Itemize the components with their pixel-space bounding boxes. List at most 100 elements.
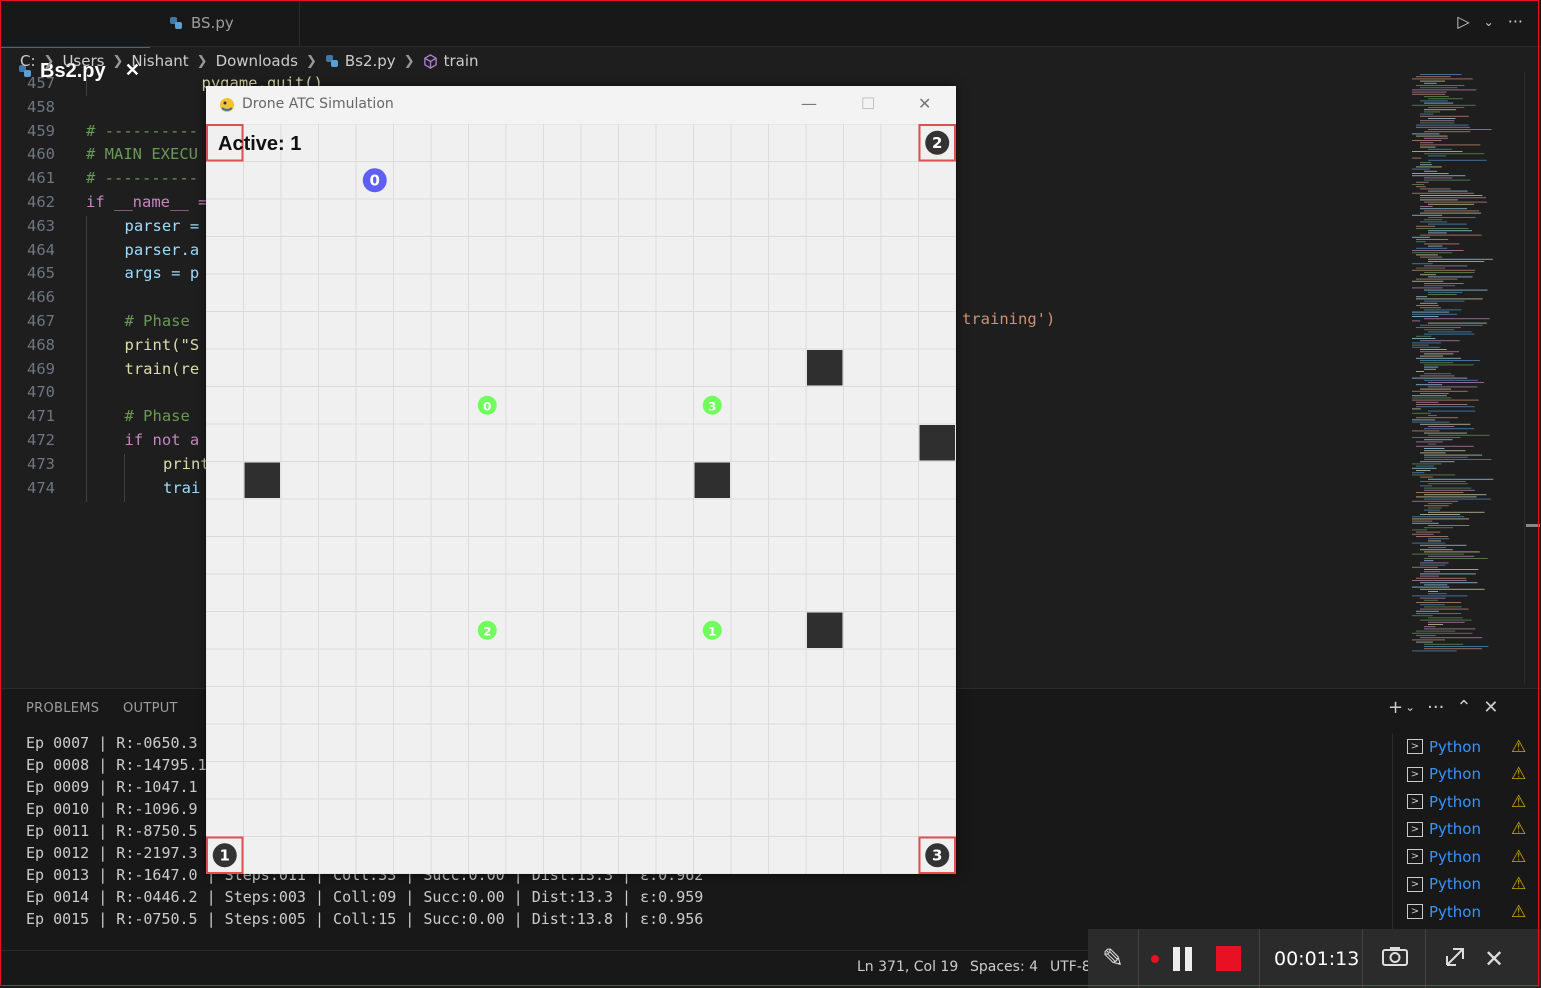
active-count-label: Active: 1 [218, 133, 302, 155]
divider [1259, 929, 1260, 988]
terminal-list-item[interactable]: > Python ⚠ [1393, 788, 1541, 816]
minimap-line [1424, 82, 1437, 84]
simulation-canvas[interactable]: 0 3 2 1 0 2 1 3 [206, 124, 956, 874]
breadcrumb-item[interactable]: C: [20, 52, 36, 70]
tab-problems[interactable]: PROBLEMS [26, 701, 99, 716]
pause-icon[interactable] [1173, 946, 1192, 971]
pen-icon[interactable]: ✎ [1088, 944, 1138, 974]
terminal-list-item[interactable]: > Python ⚠ [1393, 733, 1541, 761]
chevron-right-icon: ❯ [196, 53, 208, 69]
minimap-line [1412, 529, 1428, 531]
minimap-line [1412, 586, 1450, 588]
chevron-down-icon[interactable]: ⌄ [1405, 700, 1415, 718]
breadcrumb-item[interactable]: Users [62, 52, 104, 70]
minimap-line [1424, 551, 1480, 553]
editor-scrollbar[interactable] [1524, 72, 1541, 684]
code-text: print [163, 454, 210, 473]
close-icon[interactable]: ✕ [1484, 945, 1504, 973]
editor-actions: ▷ ⌄ ··· [1457, 12, 1523, 31]
warning-icon: ⚠ [1511, 901, 1527, 922]
target-marker-label: 1 [708, 624, 716, 638]
minimap-line [1420, 162, 1432, 163]
terminal-list-item[interactable]: > Python ⚠ [1393, 816, 1541, 844]
scrollbar-thumb[interactable] [1526, 524, 1540, 527]
indentation-status[interactable]: Spaces: 4 [970, 959, 1038, 975]
minimap-line [1420, 164, 1432, 166]
line-number: 473 [27, 454, 55, 473]
minimap[interactable] [1402, 72, 1524, 684]
more-icon[interactable]: ··· [1427, 697, 1444, 718]
minimap-line [1416, 602, 1462, 603]
plus-icon[interactable]: + [1388, 697, 1403, 718]
minimap-line [1416, 254, 1438, 256]
minimap-line [1424, 219, 1443, 221]
minimap-line [1424, 333, 1475, 335]
minimap-line [1424, 265, 1468, 267]
more-icon[interactable]: ··· [1508, 12, 1523, 31]
terminal-list-item[interactable]: > Python ⚠ [1393, 761, 1541, 789]
minimap-line [1428, 434, 1490, 436]
breadcrumb-item[interactable]: Bs2.py [345, 52, 396, 70]
warning-icon: ⚠ [1511, 791, 1527, 812]
minimap-line [1412, 269, 1476, 271]
cursor-position[interactable]: Ln 371, Col 19 [857, 959, 958, 975]
terminal-line: Ep 0015 | R:-0750.5 | Steps:005 | Coll:1… [26, 910, 704, 928]
close-icon[interactable]: ✕ [918, 94, 931, 113]
breadcrumb-item[interactable]: train [444, 52, 479, 70]
minimap-line [1424, 450, 1466, 452]
minimap-line [1416, 305, 1439, 306]
minimap-line [1424, 448, 1445, 449]
code-text: trai [163, 478, 201, 497]
minimap-line [1428, 511, 1485, 513]
minimap-line [1428, 621, 1465, 623]
panel-toolbar: + ⌄ ··· ⌃ ✕ [1388, 697, 1499, 718]
tab-bs[interactable]: BS.py [151, 0, 300, 46]
tab-output[interactable]: OUTPUT [123, 701, 178, 716]
python-file-icon [170, 17, 182, 29]
minimap-line [1428, 555, 1475, 557]
camera-icon[interactable] [1381, 945, 1409, 973]
stop-icon[interactable] [1216, 946, 1241, 971]
close-icon[interactable]: ✕ [1483, 697, 1498, 718]
minimap-line [1416, 225, 1436, 227]
minimap-line [1412, 399, 1479, 401]
minimap-line [1420, 87, 1458, 89]
editor-tab-bar: Bs2.py ✕ BS.py ▷ ⌄ ··· [0, 0, 1541, 94]
minimap-line [1424, 643, 1464, 645]
minimap-line [1428, 258, 1493, 260]
minimap-line [1428, 230, 1472, 232]
chevron-up-icon[interactable]: ⌃ [1456, 697, 1471, 718]
minimap-line [1412, 518, 1469, 520]
python-file-icon [325, 55, 338, 67]
breadcrumb-item[interactable]: Downloads [216, 52, 298, 70]
minimap-line [1416, 296, 1428, 298]
minimap-line [1424, 131, 1471, 133]
minimap-line [1424, 373, 1452, 375]
pygame-titlebar[interactable]: Drone ATC Simulation — ☐ ✕ [206, 86, 956, 124]
code-text: parser = [124, 216, 200, 235]
chevron-down-icon[interactable]: ⌄ [1484, 15, 1494, 31]
minimap-line [1412, 639, 1446, 641]
obstacle [919, 425, 955, 461]
minimize-icon[interactable]: — [801, 94, 817, 113]
breadcrumb-item[interactable]: Nishant [131, 52, 188, 70]
minimap-line [1420, 206, 1433, 207]
minimap-line [1412, 463, 1442, 465]
terminal-list-item[interactable]: > Python ⚠ [1393, 871, 1541, 899]
encoding-status[interactable]: UTF-8 [1050, 959, 1091, 975]
minimap-line [1424, 102, 1454, 104]
terminal-list-item[interactable]: > Python ⚠ [1393, 843, 1541, 871]
obstacle [807, 350, 843, 386]
minimize-arrow-icon[interactable] [1444, 946, 1466, 972]
pygame-window[interactable]: Drone ATC Simulation — ☐ ✕ 0 3 2 1 0 2 1 3 Acti… [206, 86, 956, 874]
minimap-line [1420, 188, 1451, 190]
minimap-line [1428, 410, 1476, 412]
minimap-line [1420, 208, 1468, 210]
run-icon[interactable]: ▷ [1457, 12, 1469, 31]
minimap-line [1424, 329, 1455, 331]
minimap-line [1428, 507, 1442, 509]
minimap-line [1416, 470, 1431, 471]
terminal-list-item[interactable]: > Python ⚠ [1393, 898, 1541, 926]
line-number: 459 [27, 121, 55, 140]
maximize-icon[interactable]: ☐ [861, 94, 875, 113]
